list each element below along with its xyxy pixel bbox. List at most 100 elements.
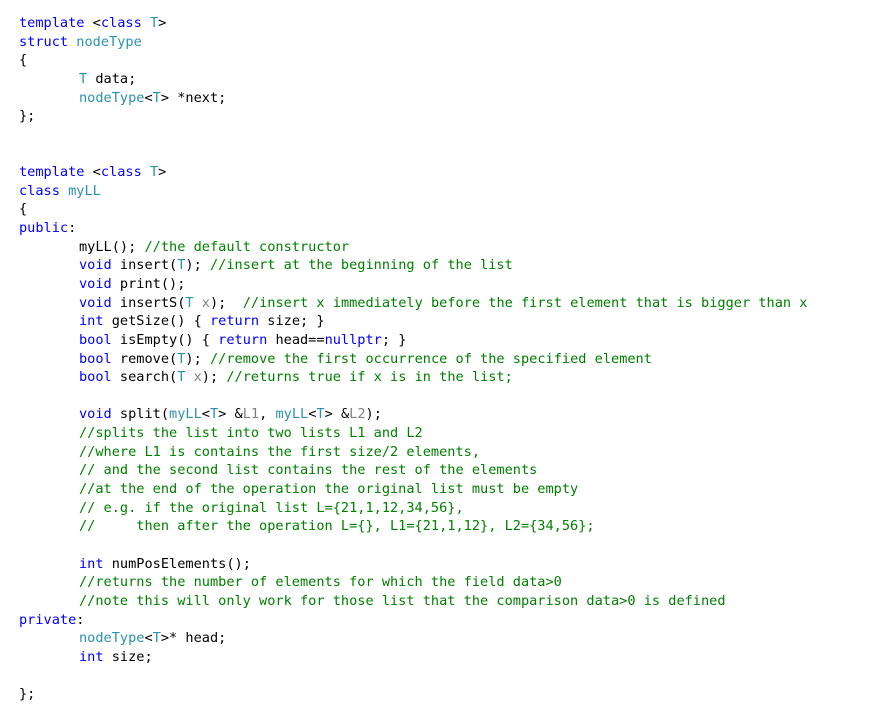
type-token: myLL: [169, 406, 202, 423]
code-text-token: <: [84, 15, 101, 31]
keyword-token: int: [79, 555, 104, 572]
code-text-token: <: [144, 630, 153, 647]
code-line: {: [19, 200, 807, 219]
code-line: // and the second list contains the rest…: [19, 461, 807, 480]
code-text-token: isEmpty() {: [111, 331, 219, 348]
code-line: int size;: [19, 648, 807, 667]
code-line: nodeType<T>* head;: [19, 629, 807, 648]
code-line: bool isEmpty() { return head==nullptr; }: [19, 331, 807, 350]
code-line: int getSize() { return size; }: [19, 312, 807, 331]
keyword-token: return: [209, 313, 260, 330]
code-line: bool remove(T); //remove the first occur…: [19, 350, 807, 369]
code-line: void insertS(T x); //insert x immediatel…: [19, 294, 807, 313]
code-line: myLL(); //the default constructor: [19, 238, 807, 257]
keyword-token: void: [79, 294, 112, 311]
code-text-token: >: [158, 15, 167, 31]
code-text-token: size; }: [259, 313, 325, 330]
code-line: void insert(T); //insert at the beginnin…: [19, 256, 807, 275]
comment-token: //returns true if x is in the list;: [226, 369, 513, 386]
comment-token: //where L1 is contains the first size/2 …: [79, 443, 481, 460]
code-text-token: <: [84, 164, 101, 181]
code-line: //at the end of the operation the origin…: [19, 480, 807, 499]
code-text-token: size;: [103, 648, 153, 665]
code-text-token: };: [19, 108, 36, 125]
keyword-token: nullptr: [324, 331, 382, 348]
code-line: };: [19, 685, 807, 704]
comment-token: //the default constructor: [144, 238, 350, 255]
code-text-token: ,: [259, 406, 276, 423]
type-token: myLL: [275, 406, 309, 423]
type-token: myLL: [68, 182, 101, 199]
code-line: int numPosElements();: [19, 555, 807, 574]
type-token: nodeType: [79, 630, 145, 647]
comment-token: //remove the first occurrence of the spe…: [209, 350, 652, 367]
keyword-token: class: [100, 15, 142, 31]
comment-token: // and the second list contains the rest…: [79, 462, 538, 479]
type-token: T: [316, 406, 325, 423]
code-text-token: );: [201, 369, 227, 386]
code-text-token: {: [19, 52, 28, 69]
code-line: template <class T>: [19, 163, 807, 182]
keyword-token: template: [19, 164, 85, 181]
keyword-token: struct: [19, 33, 69, 50]
code-text-token: > *next;: [160, 89, 227, 106]
code-text-token: split(: [111, 406, 170, 423]
code-line: //where L1 is contains the first size/2 …: [19, 443, 807, 462]
code-text-token: > &: [218, 406, 243, 423]
keyword-token: void: [79, 257, 112, 274]
code-line: template <class T>: [19, 14, 807, 33]
code-text-token: );: [185, 257, 210, 274]
keyword-token: int: [79, 648, 104, 665]
code-line: T data;: [19, 70, 807, 89]
code-text-token: insert(: [111, 257, 178, 274]
code-line: void split(myLL<T> &L1, myLL<T> &L2);: [19, 405, 807, 424]
code-text-token: > &: [324, 406, 350, 423]
code-line: class myLL: [19, 182, 807, 201]
keyword-token: void: [79, 275, 112, 292]
code-text-token: getSize() {: [103, 313, 210, 330]
code-text-token: numPosElements();: [103, 555, 251, 572]
keyword-token: class: [100, 164, 142, 181]
code-line: struct nodeType: [19, 33, 807, 52]
comment-token: //insert at the beginning of the list: [209, 257, 513, 274]
code-line: //note this will only work for those lis…: [19, 592, 807, 611]
code-line: nodeType<T> *next;: [19, 89, 807, 108]
comment-token: //note this will only work for those lis…: [79, 592, 726, 609]
code-text-token: ; }: [381, 331, 407, 348]
code-text-token: insertS(: [111, 294, 186, 311]
code-text-token: remove(: [111, 350, 178, 367]
code-text-token: :: [68, 220, 77, 237]
parameter-token: x: [193, 369, 202, 386]
comment-token: // e.g. if the original list L={21,1,12,…: [79, 499, 464, 516]
code-line: //returns the number of elements for whi…: [19, 573, 807, 592]
code-text-token: >: [158, 164, 167, 181]
parameter-token: L2: [349, 406, 366, 423]
comment-token: // then after the operation L={}, L1={21…: [79, 518, 595, 535]
code-line: // then after the operation L={}, L1={21…: [19, 517, 807, 536]
comment-token: //insert x immediately before the first …: [242, 294, 808, 311]
code-line: private:: [19, 611, 807, 630]
code-text-token: myLL();: [79, 238, 145, 255]
code-line: bool search(T x); //returns true if x is…: [19, 368, 807, 387]
code-text-token: >* head;: [160, 630, 227, 647]
parameter-token: x: [201, 294, 210, 311]
code-text-token: {: [19, 201, 28, 218]
keyword-token: return: [218, 331, 268, 348]
type-token: T: [209, 406, 219, 423]
code-text-token: data;: [87, 70, 137, 87]
code-block: template <class T> struct nodeType{T data…: [19, 14, 807, 704]
comment-token: //at the end of the operation the origin…: [79, 481, 579, 498]
parameter-token: L1: [242, 406, 260, 423]
code-text-token: <: [144, 89, 153, 106]
code-line: {: [19, 51, 807, 70]
type-token: T: [185, 294, 194, 311]
type-token: T: [149, 15, 159, 31]
